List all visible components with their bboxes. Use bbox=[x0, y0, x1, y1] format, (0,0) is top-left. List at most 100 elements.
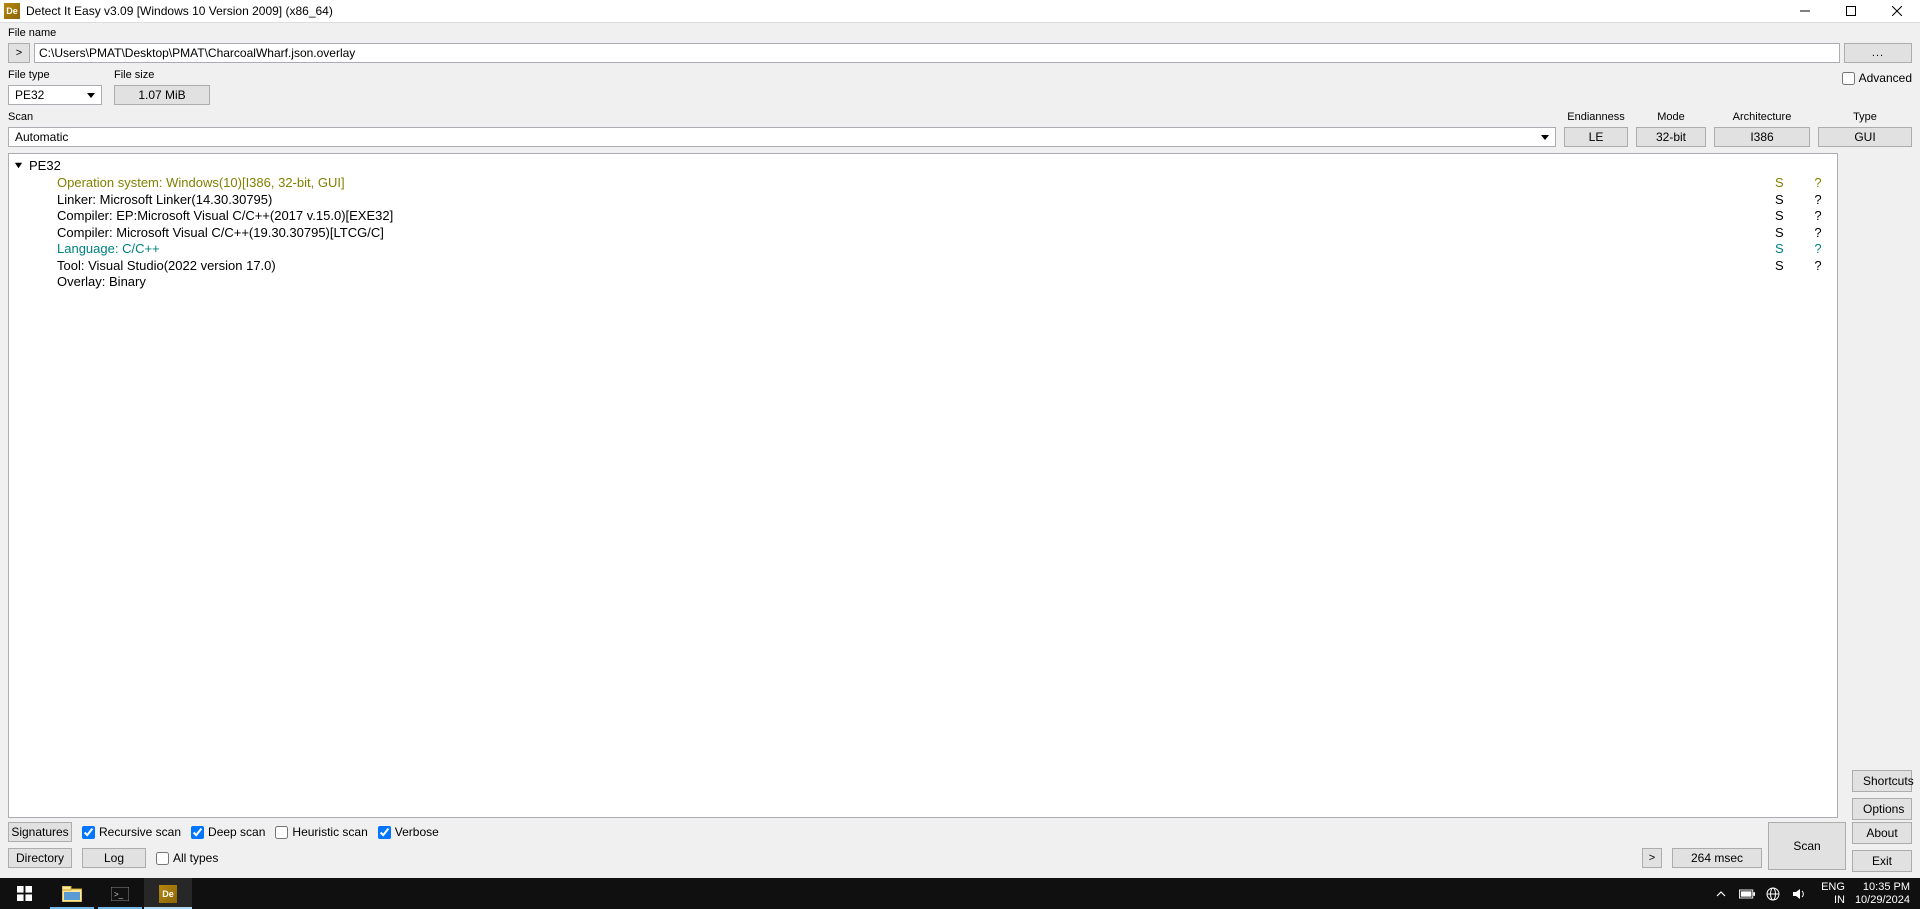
tree-item[interactable]: Language: C/C++S? bbox=[13, 241, 1833, 258]
options-button[interactable]: Options bbox=[1852, 798, 1912, 820]
type-button[interactable]: GUI bbox=[1818, 127, 1912, 147]
taskbar-explorer[interactable] bbox=[48, 878, 96, 909]
arch-button[interactable]: I386 bbox=[1714, 127, 1810, 147]
titlebar: Detect It Easy v3.09 [Windows 10 Version… bbox=[0, 0, 1920, 23]
taskbar-die[interactable]: De bbox=[144, 878, 192, 909]
advanced-label: Advanced bbox=[1859, 71, 1912, 85]
battery-icon[interactable] bbox=[1739, 886, 1755, 902]
maximize-button[interactable] bbox=[1828, 0, 1874, 23]
alltypes-checkbox[interactable] bbox=[156, 852, 169, 865]
app-icon bbox=[4, 3, 20, 19]
signature-link[interactable]: S bbox=[1775, 175, 1809, 192]
help-link[interactable]: ? bbox=[1809, 225, 1827, 242]
tree-item[interactable]: Tool: Visual Studio(2022 version 17.0)S? bbox=[13, 258, 1833, 275]
tree-item[interactable]: Compiler: EP:Microsoft Visual C/C++(2017… bbox=[13, 208, 1833, 225]
signatures-button[interactable]: Signatures bbox=[8, 822, 72, 842]
mode-label: Mode bbox=[1636, 111, 1706, 123]
taskbar-cmd[interactable]: >_ bbox=[96, 878, 144, 909]
help-link[interactable]: ? bbox=[1809, 175, 1827, 192]
verbose-checkbox[interactable] bbox=[378, 826, 391, 839]
tree-item[interactable]: Overlay: Binary bbox=[13, 274, 1833, 291]
signature-link[interactable]: S bbox=[1775, 208, 1809, 225]
filetype-combo[interactable]: PE32 bbox=[8, 85, 102, 105]
tree-item-text: Language: C/C++ bbox=[57, 241, 1775, 258]
main-content: File name > ... File type PE32 File size… bbox=[0, 23, 1920, 878]
filename-section: File name bbox=[0, 23, 1920, 43]
go2-button[interactable]: > bbox=[1642, 848, 1662, 868]
verbose-wrap[interactable]: Verbose bbox=[378, 825, 439, 839]
tree-item[interactable]: Operation system: Windows(10)[I386, 32-b… bbox=[13, 175, 1833, 192]
heuristic-checkbox[interactable] bbox=[275, 826, 288, 839]
browse-button[interactable]: ... bbox=[1844, 43, 1912, 63]
mode-col: Mode 32-bit bbox=[1636, 111, 1706, 147]
minimize-button[interactable] bbox=[1782, 0, 1828, 23]
scan-label: Scan bbox=[8, 111, 1556, 123]
help-link[interactable]: ? bbox=[1809, 192, 1827, 209]
scanmode-combo[interactable]: Automatic bbox=[8, 127, 1556, 147]
filetype-label: File type bbox=[8, 69, 102, 81]
tree-root[interactable]: PE32 bbox=[13, 156, 1833, 175]
network-icon[interactable] bbox=[1765, 886, 1781, 902]
language-indicator[interactable]: ENG IN bbox=[1817, 881, 1849, 907]
recursive-checkbox[interactable] bbox=[82, 826, 95, 839]
side-buttons: Shortcuts Options bbox=[1852, 151, 1912, 822]
scanmode-col: Scan Automatic bbox=[8, 111, 1556, 147]
bottom-row-1: Signatures Recursive scan Deep scan Heur… bbox=[8, 822, 1762, 842]
signature-link[interactable]: S bbox=[1775, 225, 1809, 242]
timing-button[interactable]: 264 msec bbox=[1672, 848, 1762, 868]
filepath-input[interactable] bbox=[34, 43, 1840, 63]
tree-item[interactable]: Compiler: Microsoft Visual C/C++(19.30.3… bbox=[13, 225, 1833, 242]
tray-up-icon[interactable] bbox=[1713, 886, 1729, 902]
tree-item-text: Compiler: EP:Microsoft Visual C/C++(2017… bbox=[57, 208, 1775, 225]
exit-button[interactable]: Exit bbox=[1852, 850, 1912, 872]
endianness-button[interactable]: LE bbox=[1564, 127, 1628, 147]
results-tree[interactable]: PE32 Operation system: Windows(10)[I386,… bbox=[8, 153, 1838, 818]
signature-link[interactable]: S bbox=[1775, 258, 1809, 275]
svg-text:>_: >_ bbox=[114, 890, 124, 899]
fileinfo-row: File type PE32 File size 1.07 MiB Advanc… bbox=[0, 69, 1920, 111]
chevron-down-icon bbox=[13, 161, 23, 170]
start-button[interactable] bbox=[0, 878, 48, 909]
type-label: Type bbox=[1818, 111, 1912, 123]
arch-col: Architecture I386 bbox=[1714, 111, 1810, 147]
advanced-checkbox[interactable] bbox=[1842, 72, 1855, 85]
recursive-wrap[interactable]: Recursive scan bbox=[82, 825, 181, 839]
window-controls bbox=[1782, 0, 1920, 23]
endianness-label: Endianness bbox=[1564, 111, 1628, 123]
signature-link[interactable]: S bbox=[1775, 241, 1809, 258]
deep-checkbox[interactable] bbox=[191, 826, 204, 839]
alltypes-wrap[interactable]: All types bbox=[156, 851, 218, 865]
help-link[interactable]: ? bbox=[1809, 258, 1827, 275]
clock[interactable]: 10:35 PM 10/29/2024 bbox=[1849, 881, 1916, 907]
heuristic-wrap[interactable]: Heuristic scan bbox=[275, 825, 367, 839]
filesize-button[interactable]: 1.07 MiB bbox=[114, 85, 210, 105]
shortcuts-button[interactable]: Shortcuts bbox=[1852, 770, 1912, 792]
window-title: Detect It Easy v3.09 [Windows 10 Version… bbox=[26, 4, 1782, 18]
tree-root-label: PE32 bbox=[29, 158, 61, 173]
advanced-wrap: Advanced bbox=[1842, 69, 1912, 85]
log-button[interactable]: Log bbox=[82, 848, 146, 868]
help-link[interactable]: ? bbox=[1809, 208, 1827, 225]
tree-item-text: Operation system: Windows(10)[I386, 32-b… bbox=[57, 175, 1775, 192]
mode-button[interactable]: 32-bit bbox=[1636, 127, 1706, 147]
tree-item-text: Linker: Microsoft Linker(14.30.30795) bbox=[57, 192, 1775, 209]
system-tray bbox=[1703, 886, 1817, 902]
filesize-col: File size 1.07 MiB bbox=[114, 69, 210, 105]
close-button[interactable] bbox=[1874, 0, 1920, 23]
help-link[interactable]: ? bbox=[1809, 241, 1827, 258]
tree-item-text: Tool: Visual Studio(2022 version 17.0) bbox=[57, 258, 1775, 275]
tree-item[interactable]: Linker: Microsoft Linker(14.30.30795)S? bbox=[13, 192, 1833, 209]
signature-link[interactable]: S bbox=[1775, 192, 1809, 209]
scan-button[interactable]: Scan bbox=[1768, 822, 1846, 870]
deep-wrap[interactable]: Deep scan bbox=[191, 825, 265, 839]
time: 10:35 PM bbox=[1863, 881, 1910, 894]
tree-item-text: Compiler: Microsoft Visual C/C++(19.30.3… bbox=[57, 225, 1775, 242]
side-buttons-2: About Exit bbox=[1852, 822, 1912, 872]
tree-item-text: Overlay: Binary bbox=[57, 274, 1775, 291]
directory-button[interactable]: Directory bbox=[8, 848, 72, 868]
heuristic-label: Heuristic scan bbox=[292, 825, 367, 839]
volume-icon[interactable] bbox=[1791, 886, 1807, 902]
about-button[interactable]: About bbox=[1852, 822, 1912, 844]
filename-label: File name bbox=[8, 27, 1912, 39]
go-button[interactable]: > bbox=[8, 43, 30, 63]
